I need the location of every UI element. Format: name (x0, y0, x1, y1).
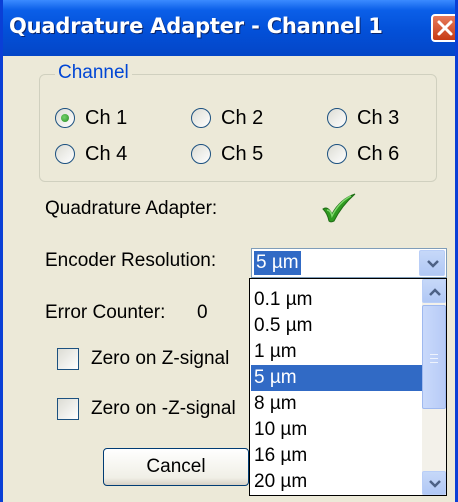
dropdown-scrollbar[interactable] (422, 279, 446, 495)
encoder-resolution-label: Encoder Resolution: (45, 250, 217, 271)
dropdown-option[interactable]: 20 µm (251, 469, 422, 495)
dropdown-option[interactable]: 1 µm (251, 339, 422, 365)
dropdown-option-selected[interactable]: 5 µm (251, 365, 422, 391)
radio-ch4[interactable]: Ch 4 (55, 142, 127, 166)
zero-z-signal-checkbox[interactable] (57, 348, 79, 370)
radio-button[interactable] (55, 144, 75, 164)
zero-neg-z-signal-label: Zero on -Z-signal (91, 398, 236, 419)
dropdown-button[interactable] (419, 250, 445, 276)
radio-label: Ch 4 (85, 142, 128, 165)
radio-label: Ch 5 (221, 142, 264, 165)
zero-z-signal-label: Zero on Z-signal (91, 348, 230, 369)
encoder-resolution-value: 5 µm (254, 251, 301, 275)
scroll-thumb[interactable] (422, 305, 446, 409)
scroll-up-button[interactable] (422, 279, 446, 303)
dropdown-option[interactable]: 0.1 µm (251, 287, 422, 313)
close-icon (437, 20, 453, 36)
check-icon (322, 193, 356, 223)
radio-label: Ch 3 (357, 106, 400, 129)
dialog-window: Quadrature Adapter - Channel 1 Channel C… (0, 0, 458, 502)
error-counter-label: Error Counter: (45, 302, 166, 323)
quadrature-adapter-label: Quadrature Adapter: (45, 198, 218, 219)
radio-button[interactable] (191, 144, 211, 164)
scroll-down-button[interactable] (422, 471, 446, 495)
dropdown-option[interactable]: 0.5 µm (251, 313, 422, 339)
chevron-down-icon (429, 480, 441, 488)
radio-ch2[interactable]: Ch 2 (191, 106, 263, 130)
grip-icon (430, 354, 438, 363)
radio-button-selected[interactable] (55, 108, 75, 128)
window-title: Quadrature Adapter - Channel 1 (9, 14, 383, 38)
radio-label: Ch 2 (221, 106, 264, 129)
error-counter-value: 0 (197, 302, 208, 323)
zero-neg-z-signal-checkbox[interactable] (57, 398, 79, 420)
channel-group-legend: Channel (55, 62, 132, 84)
radio-ch5[interactable]: Ch 5 (191, 142, 263, 166)
radio-ch3[interactable]: Ch 3 (327, 106, 399, 130)
radio-button[interactable] (327, 144, 347, 164)
chevron-down-icon (427, 260, 439, 268)
radio-label: Ch 6 (357, 142, 400, 165)
radio-ch1[interactable]: Ch 1 (55, 106, 127, 130)
dropdown-option[interactable]: 10 µm (251, 417, 422, 443)
dropdown-option[interactable]: 8 µm (251, 391, 422, 417)
dropdown-option[interactable]: 16 µm (251, 443, 422, 469)
close-button[interactable] (431, 14, 455, 42)
cancel-button[interactable]: Cancel (103, 448, 249, 486)
radio-button[interactable] (191, 108, 211, 128)
encoder-resolution-dropdown-list[interactable]: 0.1 µm 0.5 µm 1 µm 5 µm 8 µm 10 µm 16 µm… (249, 278, 447, 496)
radio-ch6[interactable]: Ch 6 (327, 142, 399, 166)
title-bar[interactable]: Quadrature Adapter - Channel 1 (3, 0, 455, 56)
radio-button[interactable] (327, 108, 347, 128)
encoder-resolution-select[interactable]: 5 µm (251, 248, 447, 278)
cancel-button-label: Cancel (146, 456, 206, 477)
chevron-up-icon (429, 288, 441, 296)
radio-label: Ch 1 (85, 106, 128, 129)
